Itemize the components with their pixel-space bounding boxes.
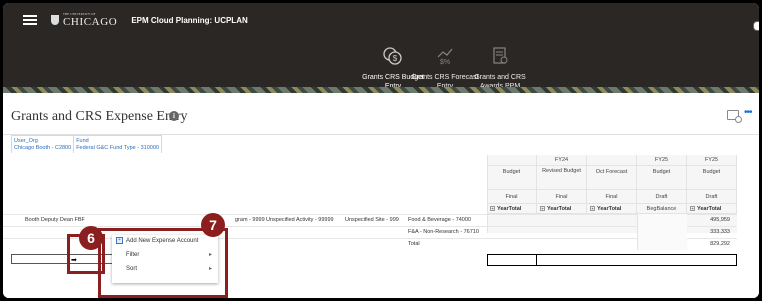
shield-icon [51, 15, 59, 25]
search-table-icon[interactable] [727, 110, 742, 123]
chevron-right-icon: ▸ [208, 266, 212, 272]
begbalance-column [637, 214, 687, 250]
pov-user-org-label: User_Org [14, 138, 38, 144]
cell-total-value: 829,292 [710, 241, 730, 247]
col5-year-label: YearTotal [697, 206, 722, 212]
menu-filter[interactable]: Filter ▸ [112, 249, 218, 261]
selected-cell-range[interactable] [487, 254, 737, 266]
svg-text:$: $ [393, 54, 398, 63]
col4-year: BegBalance [637, 204, 687, 214]
logo-big-text: CHICAGO [63, 15, 118, 28]
col2-period: FY24 [537, 155, 587, 166]
expand-icon[interactable]: + [590, 206, 595, 212]
nav-awards-ppm[interactable]: Grants and CRS Awards PPM [465, 45, 535, 91]
col1-scenario: Budget [487, 166, 537, 190]
col1-year[interactable]: + YearTotal [487, 204, 537, 214]
col4-period: FY25 [637, 155, 687, 166]
pov-user-org-value: Chicago Booth - C2800 [14, 145, 72, 151]
row-divider [3, 226, 737, 227]
expand-icon[interactable]: + [690, 206, 695, 212]
add-row-icon: + [116, 237, 123, 244]
col1-year-label: YearTotal [497, 206, 522, 212]
pov-bar: User_Org Chicago Booth - C2800 Fund Fede… [11, 135, 162, 155]
col3-year-label: YearTotal [597, 206, 622, 212]
col1-version: Final [487, 190, 537, 204]
pov-fund-label: Fund [76, 138, 89, 144]
col2-year-label: YearTotal [547, 206, 572, 212]
header-row-period: FY24 FY25 FY25 [487, 155, 737, 166]
col4-scenario: Budget [637, 166, 687, 190]
callout-badge-6: 6 [79, 226, 103, 250]
page-title: Grants and CRS Expense Entry [11, 109, 188, 124]
app-window: THE UNIVERSITY OF CHICAGO EPM Cloud Plan… [3, 3, 759, 298]
col5-period: FY25 [687, 155, 737, 166]
row-site-label[interactable]: Unspecified Site - 999 [345, 217, 399, 223]
row-account2-label[interactable]: F&A - Non-Research - 76710 [408, 229, 479, 235]
header-row-version: Final Final Final Draft Draft [487, 190, 737, 204]
col3-scenario: Oct Forecast [587, 166, 637, 190]
page-header: Grants and CRS Expense Entry i ••• [3, 93, 759, 135]
context-menu: + Add New Expense Account Filter ▸ Sort … [112, 235, 218, 283]
more-actions-icon[interactable]: ••• [744, 107, 752, 118]
row-total-label: Total [408, 241, 420, 247]
header-row-scenario: Budget Revised Budget Oct Forecast Budge… [487, 166, 737, 190]
pov-fund-value: Federal G&C Fund Type - 310000 [76, 145, 159, 151]
chevron-right-icon: ▸ [208, 252, 212, 258]
menu-filter-label: Filter [126, 252, 140, 258]
navigation-band: $ Grants CRS Budget Entry $% Grants CRS … [3, 37, 759, 99]
menu-add-expense-account[interactable]: + Add New Expense Account [112, 235, 218, 247]
pov-fund[interactable]: Fund Federal G&C Fund Type - 310000 [74, 136, 161, 154]
pov-user-org[interactable]: User_Org Chicago Booth - C2800 [12, 136, 75, 154]
forecast-percent-icon: $% [434, 45, 456, 67]
budget-money-icon: $ [382, 45, 404, 67]
col1-period [487, 155, 537, 166]
cell-row1-value[interactable]: 495,959 [686, 217, 730, 223]
university-logo: THE UNIVERSITY OF CHICAGO [51, 12, 118, 28]
col5-year[interactable]: + YearTotal [687, 204, 737, 214]
cell-row2-value[interactable]: 333,333 [686, 229, 730, 235]
col3-year[interactable]: + YearTotal [587, 204, 637, 214]
header-row-year: + YearTotal + YearTotal + YearTotal BegBala… [487, 204, 737, 214]
row-divider [3, 214, 737, 215]
callout-badge-7: 7 [201, 213, 225, 237]
top-bar: THE UNIVERSITY OF CHICAGO EPM Cloud Plan… [3, 3, 759, 37]
awards-document-icon [489, 45, 511, 67]
row-program-label[interactable]: gram - 9999 [235, 217, 265, 223]
menu-sort-label: Sort [126, 266, 138, 272]
col4-version: Draft [637, 190, 687, 204]
col5-scenario: Budget [687, 166, 737, 190]
menu-add-expense-account-label: Add New Expense Account [126, 238, 199, 244]
col3-period [587, 155, 637, 166]
expand-icon[interactable]: + [540, 206, 545, 212]
col5-version: Draft [687, 190, 737, 204]
row-activity-label[interactable]: Unspecified Activity - 99999 [266, 217, 334, 223]
hamburger-menu-icon[interactable] [23, 15, 37, 25]
col2-version: Final [537, 190, 587, 204]
info-icon[interactable]: i [169, 111, 179, 121]
menu-sort[interactable]: Sort ▸ [112, 263, 218, 275]
col2-scenario: Revised Budget [537, 166, 587, 190]
app-title: EPM Cloud Planning: UCPLAN [131, 15, 248, 25]
row-account1-label[interactable]: Food & Beverage - 74000 [408, 217, 471, 223]
expand-icon[interactable]: + [490, 206, 495, 212]
row-dept-label[interactable]: Booth Deputy Dean FBF [25, 217, 85, 223]
col3-version: Final [587, 190, 637, 204]
col2-year[interactable]: + YearTotal [537, 204, 587, 214]
svg-text:$%: $% [440, 59, 450, 66]
window-edge-icon [753, 21, 759, 31]
